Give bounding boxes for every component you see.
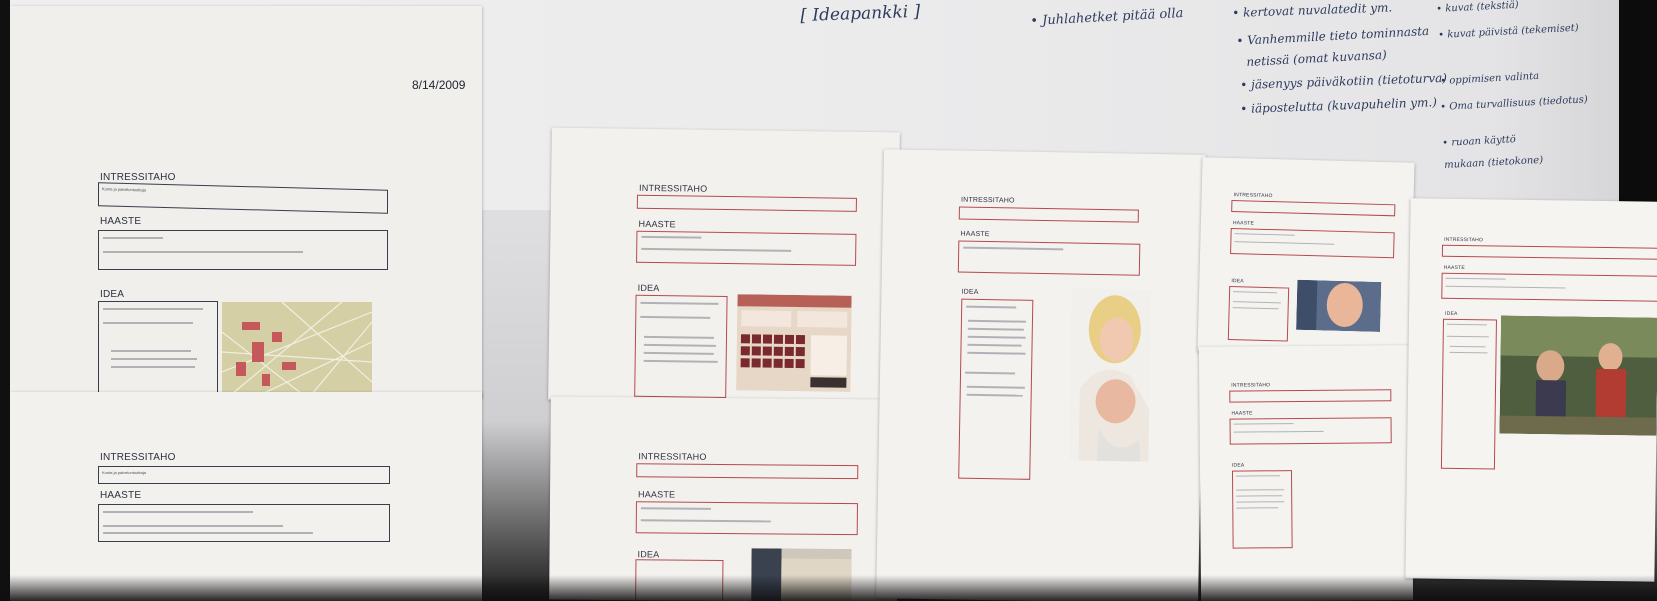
note-jasenyys: • jäsenyys päiväkotiin (tietoturva) (1240, 70, 1448, 92)
idea-text-box (958, 298, 1034, 480)
stakeholder-heading: INTRESSITAHO (1231, 382, 1271, 389)
note-kertovat: • kertovat nuvalatedit ym. (1232, 0, 1393, 20)
stakeholder-heading: INTRESSITAHO (1233, 192, 1273, 200)
mother-baby-photo (1068, 288, 1152, 462)
idea-heading: IDEA (961, 288, 979, 296)
idea-text-box (1231, 470, 1293, 549)
challenge-box (957, 240, 1141, 276)
challenge-heading: HAASTE (100, 216, 142, 227)
challenge-heading: HAASTE (960, 230, 990, 239)
idea-sheet-6: INTRESSITAHO HAASTE IDEA (1197, 157, 1415, 357)
challenge-box (1229, 417, 1392, 445)
child-photo (1296, 279, 1382, 332)
mother-baby-graphic (1068, 288, 1152, 462)
stakeholder-text: Kunta ja palveluntuottaja (102, 470, 146, 475)
challenge-heading: HAASTE (100, 490, 142, 501)
idea-heading: IDEA (637, 282, 660, 294)
note-ideapankki: [ Ideapankki ] (800, 1, 921, 26)
idea-text-box (98, 301, 218, 398)
map-graphic (222, 302, 372, 394)
challenge-heading: HAASTE (638, 218, 676, 230)
note-netissa: netissä (omat kuvansa) (1246, 47, 1388, 69)
challenge-heading: HAASTE (1232, 220, 1255, 227)
idea-text-box (634, 294, 728, 399)
dark-wall-edge (1619, 0, 1657, 205)
note-mukaan: mukaan (tietokone) (1444, 154, 1544, 171)
photo-scene: [ Ideapankki ] • Juhlahetket pitää olla … (0, 0, 1657, 601)
challenge-heading: HAASTE (1231, 410, 1253, 417)
stakeholder-heading: INTRESSITAHO (100, 452, 176, 463)
screenshot-graphic (736, 294, 852, 392)
note-kuvat-paivista: • kuvat päivistä (tekemiset) (1438, 22, 1579, 41)
challenge-heading: HAASTE (1443, 264, 1465, 272)
dark-wall-edge-left (0, 0, 10, 601)
stakeholder-box (1229, 389, 1392, 403)
stakeholder-heading: INTRESSITAHO (100, 172, 176, 183)
idea-sheet-5: INTRESSITAHO HAASTE IDEA (876, 149, 1206, 601)
stakeholder-heading: INTRESSITAHO (639, 182, 708, 194)
note-iapostelutta: • iäpostelutta (kuvapuhelin ym.) (1240, 95, 1438, 116)
stakeholder-heading: INTRESSITAHO (961, 196, 1015, 205)
idea-sheet-1: 8/14/2009 INTRESSITAHO Kunta ja palvelun… (10, 6, 482, 398)
sheet-date: 8/14/2009 (412, 78, 466, 92)
challenge-box (1441, 272, 1657, 302)
idea-sheet-4: INTRESSITAHO HAASTE IDEA (549, 396, 899, 601)
note-ruoan-kaytto: • ruoan käyttö (1442, 134, 1517, 149)
idea-sheet-8: INTRESSITAHO HAASTE IDEA (1405, 198, 1657, 582)
challenge-box (636, 230, 857, 266)
challenge-box (635, 501, 858, 536)
bottom-shadow (0, 575, 1657, 601)
stakeholder-box (958, 206, 1139, 223)
note-vanhemmille: • Vanhemmille tieto tominnasta (1236, 23, 1430, 48)
stakeholder-box: Kunta ja palveluntuottaja (98, 182, 388, 214)
idea-sheet-3: INTRESSITAHO HAASTE IDEA (548, 127, 900, 405)
stakeholder-text: Kunta ja palveluntuottaja (102, 186, 146, 193)
map-image (222, 302, 372, 394)
note-juhlahetket: • Juhlahetket pitää olla (1030, 5, 1184, 29)
screenshot-image (736, 294, 852, 392)
note-oma-turvallisuus: • Oma turvallisuus (tiedotus) (1440, 94, 1588, 113)
family-graphic (1499, 315, 1657, 436)
note-oppimisen: • oppimisen valinta (1440, 70, 1540, 87)
challenge-box (98, 230, 388, 270)
stakeholder-box (636, 194, 857, 212)
idea-heading: IDEA (100, 289, 125, 300)
family-photo (1499, 315, 1657, 436)
idea-heading: IDEA (1445, 310, 1458, 317)
idea-sheet-2: INTRESSITAHO Kunta ja palveluntuottaja H… (10, 392, 482, 601)
challenge-box (1230, 228, 1395, 259)
stakeholder-box (636, 463, 859, 480)
idea-text-box (1440, 318, 1497, 470)
idea-heading: IDEA (637, 549, 660, 560)
challenge-heading: HAASTE (637, 489, 676, 500)
idea-sheet-7: INTRESSITAHO HAASTE IDEA (1198, 345, 1414, 601)
child-graphic (1296, 279, 1382, 332)
stakeholder-box (1231, 200, 1396, 217)
stakeholder-box: Kunta ja palveluntuottaja (98, 466, 390, 484)
idea-heading: IDEA (1231, 462, 1245, 469)
challenge-box (98, 504, 390, 542)
stakeholder-box (1441, 244, 1657, 260)
idea-text-box (1227, 285, 1290, 342)
note-kuvat-teksti: • kuvat (tekstiä) (1436, 0, 1519, 15)
stakeholder-heading: INTRESSITAHO (1444, 236, 1484, 244)
stakeholder-heading: INTRESSITAHO (638, 451, 707, 462)
idea-heading: IDEA (1231, 278, 1244, 285)
